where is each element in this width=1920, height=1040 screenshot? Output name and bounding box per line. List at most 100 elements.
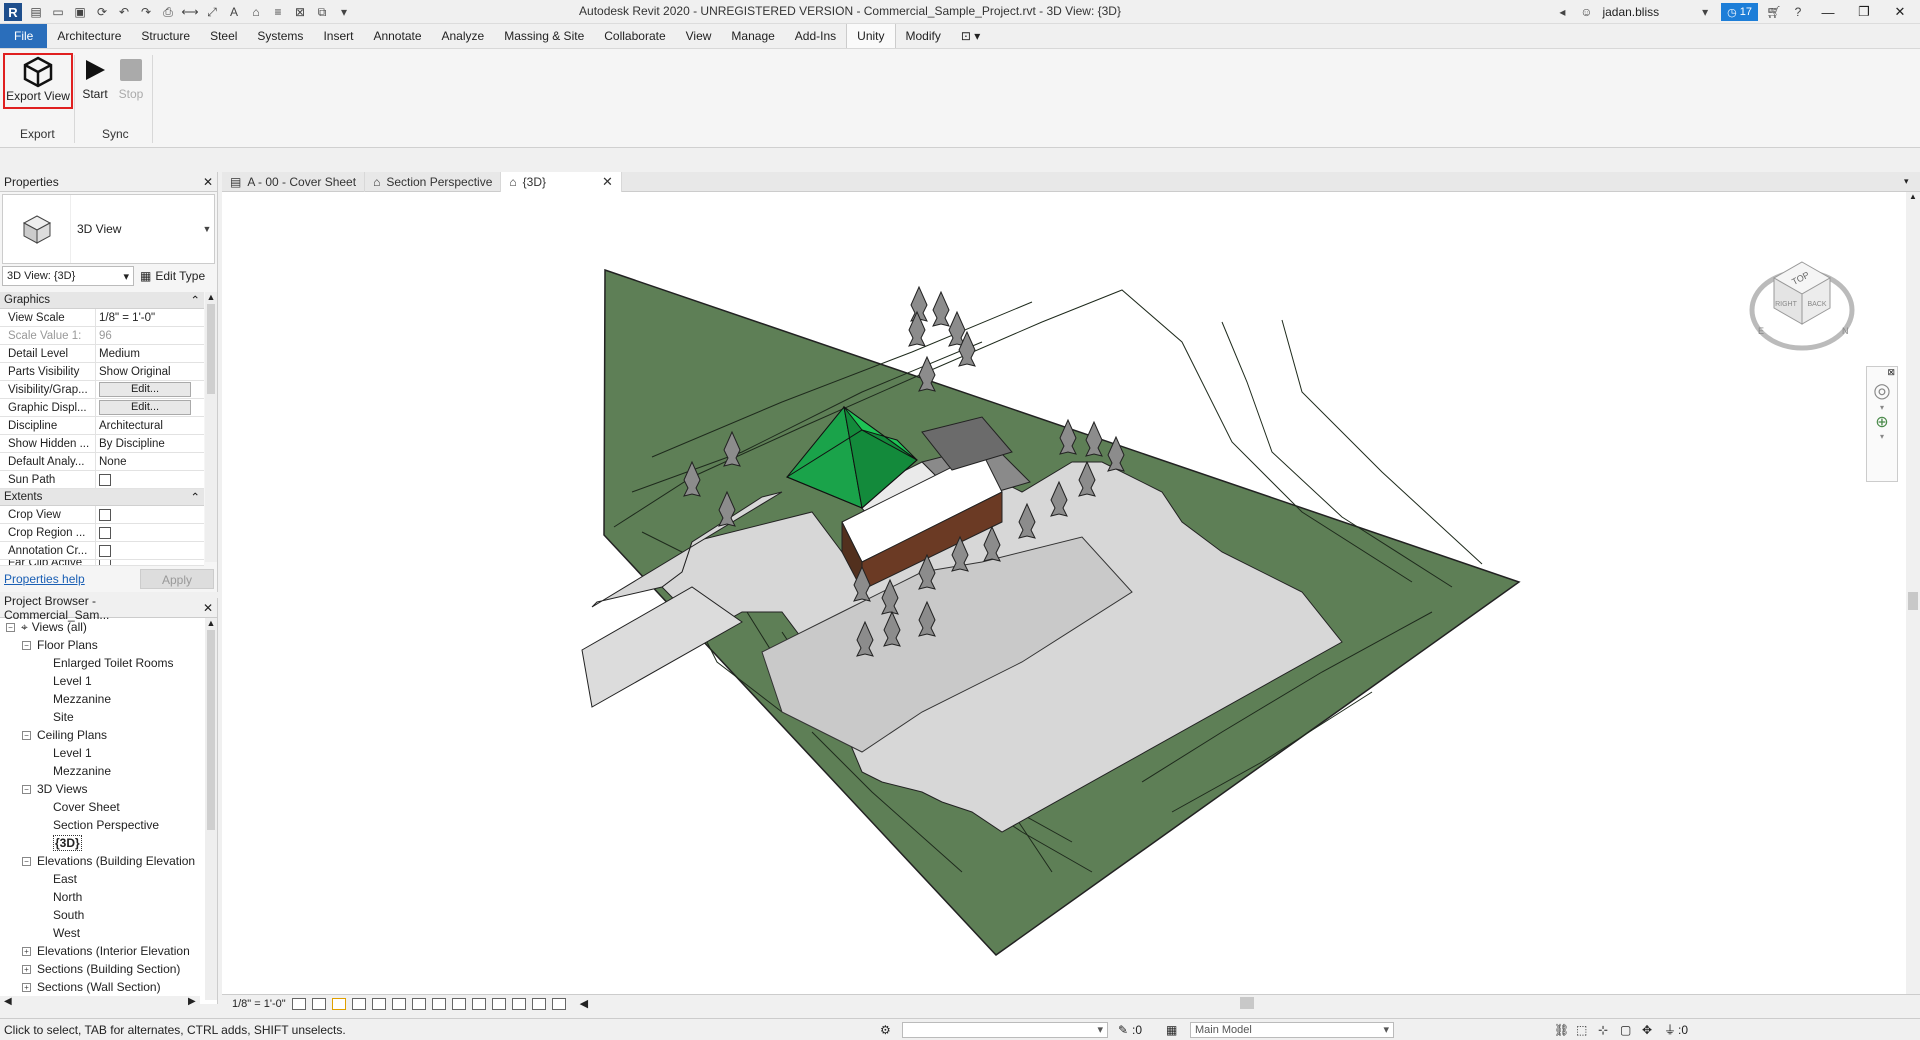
browser-node[interactable]: East bbox=[0, 870, 204, 888]
sun-path-icon[interactable] bbox=[331, 997, 346, 1010]
expand-icon[interactable]: + bbox=[22, 946, 31, 956]
crop-icon[interactable] bbox=[391, 997, 406, 1010]
tab-cover-sheet[interactable]: ▤ A - 00 - Cover Sheet bbox=[222, 172, 366, 192]
expand-icon[interactable]: + bbox=[22, 964, 31, 974]
browser-node[interactable]: Cover Sheet bbox=[0, 798, 204, 816]
temp-view-icon[interactable] bbox=[491, 997, 506, 1010]
tab-structure[interactable]: Structure bbox=[131, 24, 200, 48]
search-arrow-icon[interactable]: ◂ bbox=[1554, 4, 1570, 20]
view-scale[interactable]: 1/8" = 1'-0" bbox=[232, 998, 286, 1010]
properties-scrollbar[interactable]: ▲ bbox=[205, 292, 217, 562]
browser-node[interactable]: Enlarged Toilet Rooms bbox=[0, 654, 204, 672]
collapse-icon[interactable]: − bbox=[6, 622, 15, 632]
select-by-face-icon[interactable]: ▢ bbox=[1620, 1023, 1642, 1037]
tab-manage[interactable]: Manage bbox=[721, 24, 784, 48]
user-dropdown-icon[interactable]: ▾ bbox=[1697, 4, 1713, 20]
prop-value[interactable]: None bbox=[96, 453, 204, 470]
ribbon-options-icon[interactable]: ⊡ ▾ bbox=[951, 24, 990, 48]
filter-icon[interactable]: ⏚ bbox=[1664, 1021, 1678, 1038]
minimize-button[interactable]: — bbox=[1814, 2, 1842, 22]
sun-path-checkbox[interactable] bbox=[99, 473, 111, 486]
chevron-down-icon[interactable]: ▼ bbox=[200, 224, 214, 234]
browser-node[interactable]: − Floor Plans bbox=[0, 636, 204, 654]
scroll-thumb[interactable] bbox=[207, 630, 215, 830]
prop-value[interactable]: Show Original bbox=[96, 363, 204, 380]
canvas-scrollbar[interactable]: ▲ bbox=[1906, 192, 1920, 994]
zoom-icon[interactable]: ⊕ bbox=[1867, 412, 1897, 432]
shadows-icon[interactable] bbox=[351, 997, 366, 1010]
worksets-icon[interactable]: ⚙ bbox=[880, 1023, 902, 1037]
tab-section-perspective[interactable]: ⌂ Section Perspective bbox=[365, 172, 502, 192]
instance-selector[interactable]: 3D View: {3D} ▾ bbox=[2, 266, 134, 286]
tab-systems[interactable]: Systems bbox=[247, 24, 313, 48]
collapse-icon[interactable]: − bbox=[22, 784, 31, 794]
tab-add-ins[interactable]: Add-Ins bbox=[785, 24, 846, 48]
tab-annotate[interactable]: Annotate bbox=[363, 24, 431, 48]
stop-button[interactable]: Stop bbox=[116, 53, 146, 101]
edit-graphic-display-button[interactable]: Edit... bbox=[99, 400, 191, 415]
lock-view-icon[interactable] bbox=[431, 997, 446, 1010]
close-icon[interactable]: ✕ bbox=[203, 175, 213, 189]
close-icon[interactable]: ⊠ bbox=[1867, 367, 1897, 378]
drawing-area[interactable] bbox=[222, 192, 1906, 994]
analysis-icon[interactable] bbox=[511, 997, 526, 1010]
help-icon[interactable]: ? bbox=[1790, 4, 1806, 20]
browser-node[interactable]: {3D} bbox=[0, 834, 204, 852]
scroll-up-icon[interactable]: ▲ bbox=[1906, 192, 1920, 201]
render-icon[interactable] bbox=[371, 997, 386, 1010]
model-dropdown[interactable]: Main Model ▾ bbox=[1190, 1021, 1394, 1038]
close-icon[interactable]: ✕ bbox=[602, 174, 613, 190]
tab-architecture[interactable]: Architecture bbox=[47, 24, 131, 48]
reveal-hidden-icon[interactable] bbox=[471, 997, 486, 1010]
view-cube[interactable]: TOP RIGHT BACK E N bbox=[1744, 248, 1864, 361]
collapse-icon[interactable]: ⌃ bbox=[190, 490, 200, 504]
far-clip-checkbox[interactable] bbox=[99, 560, 111, 565]
browser-node[interactable]: + Sections (Wall Section) bbox=[0, 978, 204, 996]
browser-node[interactable]: Level 1 bbox=[0, 672, 204, 690]
browser-node[interactable]: South bbox=[0, 906, 204, 924]
browser-node[interactable]: Site bbox=[0, 708, 204, 726]
start-button[interactable]: Start bbox=[80, 53, 110, 101]
workset-dropdown[interactable]: ▾ bbox=[902, 1021, 1108, 1038]
scroll-left-icon[interactable]: ◀ bbox=[580, 997, 588, 1010]
properties-help-link[interactable]: Properties help bbox=[4, 572, 85, 586]
collapse-icon[interactable]: − bbox=[22, 730, 31, 740]
user-name[interactable]: jadan.bliss bbox=[1602, 5, 1659, 19]
tab-menu-icon[interactable]: ▾ bbox=[1904, 172, 1920, 191]
prop-value[interactable]: 1/8" = 1'-0" bbox=[96, 309, 204, 326]
prop-value[interactable]: Medium bbox=[96, 345, 204, 362]
tab-steel[interactable]: Steel bbox=[200, 24, 247, 48]
chevron-down-icon[interactable]: ▾ bbox=[1867, 403, 1897, 412]
design-options-icon[interactable]: ▦ bbox=[1166, 1023, 1190, 1037]
editing-requests-icon[interactable]: ✎ bbox=[1118, 1023, 1132, 1037]
constraints-icon[interactable] bbox=[551, 997, 566, 1010]
collapse-icon[interactable]: − bbox=[22, 640, 31, 650]
browser-node[interactable]: Mezzanine bbox=[0, 690, 204, 708]
browser-node[interactable]: − Ceiling Plans bbox=[0, 726, 204, 744]
browser-node[interactable]: West bbox=[0, 924, 204, 942]
select-pinned-icon[interactable]: ⊹ bbox=[1598, 1023, 1620, 1037]
tab-analyze[interactable]: Analyze bbox=[432, 24, 495, 48]
section-graphics[interactable]: Graphics ⌃ bbox=[0, 292, 204, 309]
browser-node[interactable]: −3D Views bbox=[0, 780, 204, 798]
user-icon[interactable]: ☺ bbox=[1578, 4, 1594, 20]
tab-insert[interactable]: Insert bbox=[313, 24, 363, 48]
annotation-crop-checkbox[interactable] bbox=[99, 544, 111, 557]
tab-3d[interactable]: ⌂ {3D} ✕ bbox=[501, 172, 622, 192]
cart-icon[interactable]: 🛒︎ bbox=[1766, 4, 1782, 20]
scroll-thumb[interactable] bbox=[207, 304, 215, 394]
prop-value[interactable]: By Discipline bbox=[96, 435, 204, 452]
edit-visibility-button[interactable]: Edit... bbox=[99, 382, 191, 397]
scroll-up-icon[interactable]: ▲ bbox=[205, 618, 217, 628]
select-links-icon[interactable]: ⛓ bbox=[1554, 1023, 1576, 1037]
browser-node[interactable]: − ⌖ Views (all) bbox=[0, 618, 204, 636]
collapse-icon[interactable]: − bbox=[22, 856, 31, 866]
tab-file[interactable]: File bbox=[0, 24, 48, 48]
select-underlay-icon[interactable]: ⬚ bbox=[1576, 1023, 1598, 1037]
tab-collaborate[interactable]: Collaborate bbox=[594, 24, 675, 48]
tab-unity[interactable]: Unity bbox=[846, 24, 896, 48]
export-view-button[interactable]: Export View bbox=[3, 53, 73, 109]
chevron-down-icon[interactable]: ▾ bbox=[1867, 432, 1897, 441]
apply-button[interactable]: Apply bbox=[140, 569, 214, 589]
scroll-left-icon[interactable]: ◀ bbox=[4, 996, 12, 1007]
